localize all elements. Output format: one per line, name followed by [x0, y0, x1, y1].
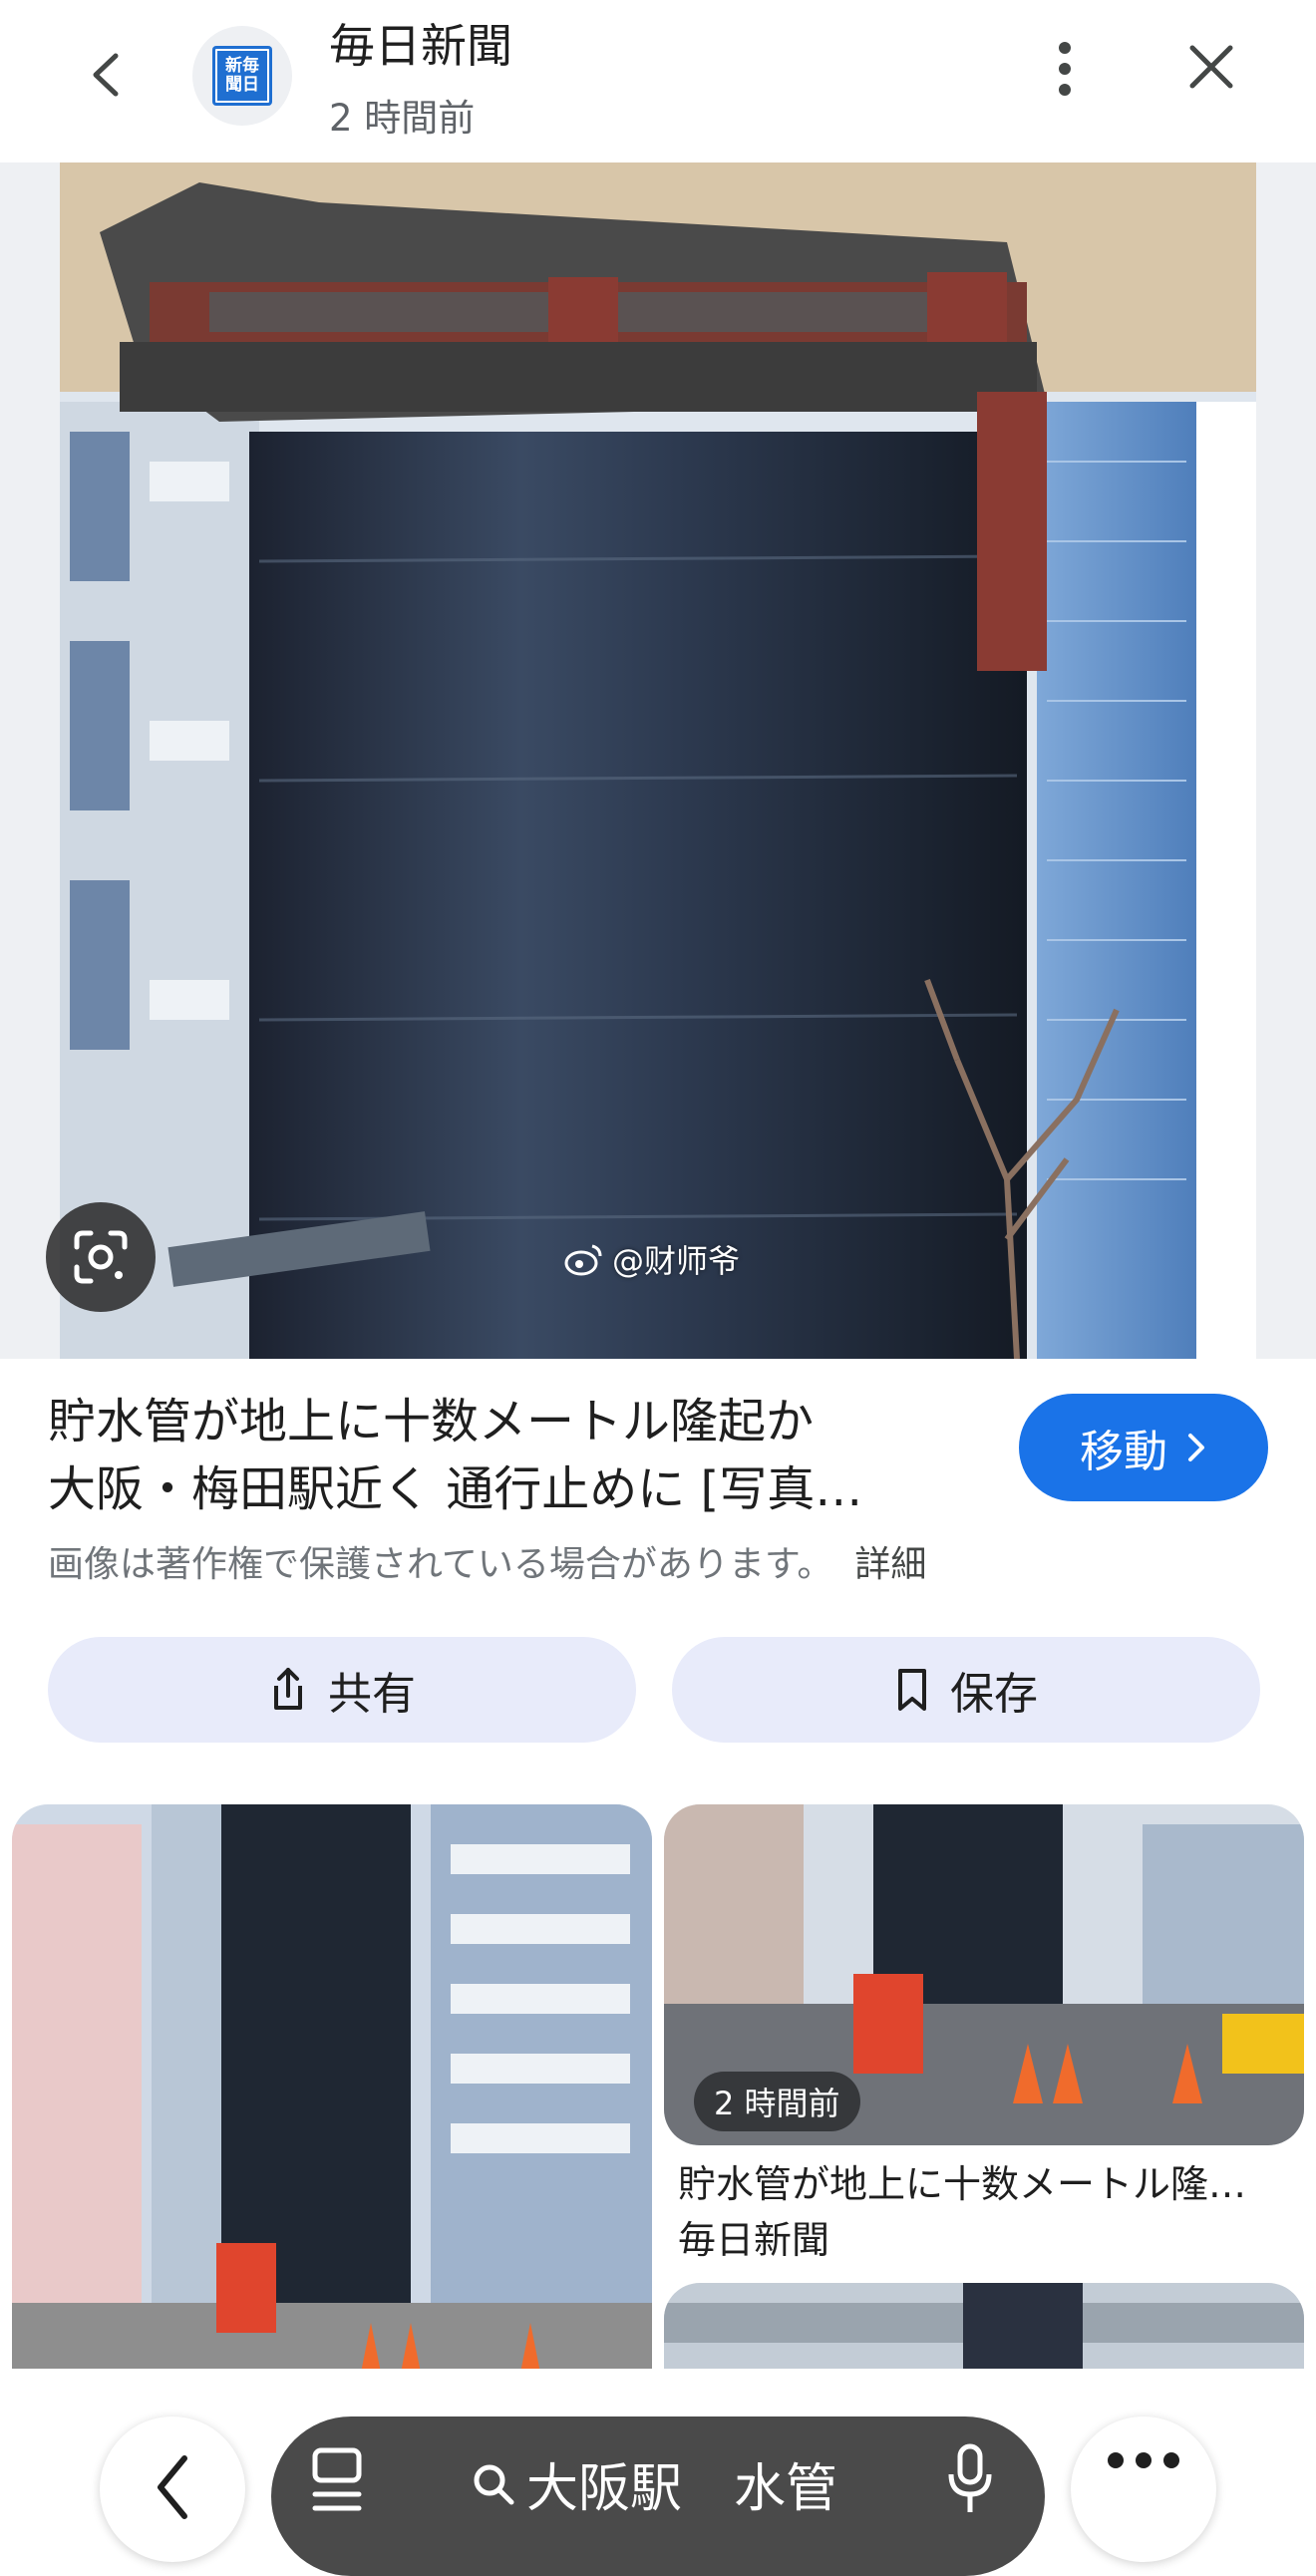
share-icon [274, 1668, 302, 1710]
mainichi-logo-mark: 新毎 聞日 [212, 46, 272, 106]
source-name[interactable]: 毎日新聞 [329, 10, 512, 76]
visit-button[interactable]: 移動 [1019, 1394, 1268, 1501]
watermark-text: @财师爷 [612, 1242, 741, 1280]
top-bar: 新毎 聞日 毎日新聞 2 時間前 [0, 0, 1316, 162]
more-vert-icon [1059, 42, 1071, 96]
related-thumbnail-left [12, 1804, 652, 2373]
visit-button-label: 移動 [1080, 1427, 1167, 1477]
image-title[interactable]: 貯水管が地上に十数メートル隆起か 大阪・梅田駅近く 通行止めに [写真… [48, 1388, 995, 1523]
search-bar[interactable]: 大阪駅 水管 [271, 2416, 1045, 2576]
copyright-notice: 画像は著作権で保護されている場合があります。 詳細 [48, 1535, 926, 1587]
nav-more-button[interactable] [1071, 2416, 1216, 2562]
lens-search-button[interactable] [46, 1202, 156, 1312]
search-icon [474, 2464, 514, 2504]
google-lens-icon [74, 1230, 128, 1284]
nav-back-button[interactable] [100, 2416, 245, 2562]
image-watermark: @财师爷 [564, 1236, 740, 1282]
search-query-text: 大阪駅 水管 [526, 2459, 838, 2519]
weibo-icon [564, 1244, 602, 1276]
main-image[interactable] [60, 162, 1256, 1359]
related-result-source: 毎日新聞 [678, 2218, 830, 2262]
save-button-label: 保存 [950, 1669, 1038, 1720]
mic-icon[interactable] [945, 2442, 995, 2516]
chevron-right-icon [1188, 1434, 1204, 1461]
published-time: 2 時間前 [329, 97, 476, 140]
close-button[interactable] [1176, 32, 1246, 102]
related-image-left[interactable] [12, 1804, 652, 2373]
details-link[interactable]: 詳細 [854, 1544, 926, 1585]
share-button-label: 共有 [328, 1669, 416, 1720]
save-button[interactable]: 保存 [672, 1637, 1260, 1743]
share-button[interactable]: 共有 [48, 1637, 636, 1743]
back-button[interactable] [72, 40, 142, 110]
more-options-button[interactable] [1040, 34, 1090, 104]
title-line-1: 貯水管が地上に十数メートル隆起か [48, 1394, 815, 1449]
more-horiz-icon [1108, 2452, 1179, 2468]
image-preview-area: @财师爷 [0, 162, 1316, 1359]
chevron-left-icon [93, 53, 119, 97]
bookmark-icon [898, 1669, 926, 1711]
source-logo[interactable]: 新毎 聞日 [192, 26, 292, 126]
copyright-text: 画像は著作権で保護されている場合があります。 [48, 1544, 833, 1585]
time-badge: 2 時間前 [694, 2072, 860, 2131]
search-query[interactable]: 大阪駅 水管 [471, 2446, 837, 2521]
title-line-2: 大阪・梅田駅近く 通行止めに [写真… [48, 1461, 863, 1517]
related-result-title[interactable]: 貯水管が地上に十数メートル隆… [678, 2153, 1296, 2208]
tabs-icon [312, 2447, 362, 2511]
close-icon [1189, 45, 1233, 89]
